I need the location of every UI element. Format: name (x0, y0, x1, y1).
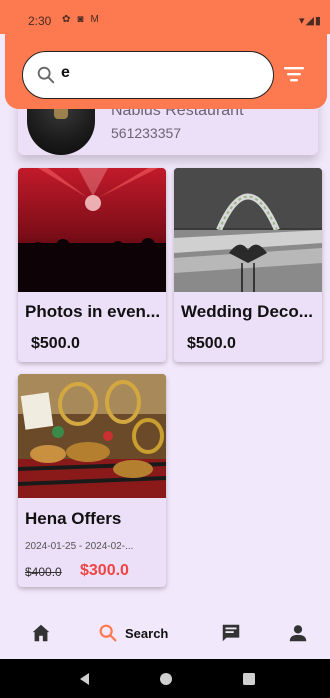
card-title: Hena Offers (25, 509, 122, 528)
card-date-range: 2024-01-25 - 2024-02-... (25, 541, 134, 552)
status-time: 2:30 (28, 14, 52, 28)
notification-icon: ◙ (77, 14, 84, 25)
search-input[interactable] (61, 63, 261, 87)
card-image (174, 168, 322, 292)
nav-home[interactable] (30, 621, 52, 645)
gmail-icon: M (90, 14, 99, 25)
card-image (18, 168, 166, 292)
recents-icon[interactable] (242, 672, 256, 686)
home-icon (32, 624, 50, 642)
card-image (18, 374, 166, 498)
restaurant-card[interactable]: Nablus Restaurant 561233357 (18, 95, 318, 155)
card-price: $500.0 (31, 335, 80, 352)
status-system-icons: ▾◢▮ (298, 15, 322, 27)
nav-messages[interactable] (220, 621, 242, 645)
person-icon (289, 625, 307, 642)
restaurant-phone: 561233357 (111, 125, 182, 141)
nav-profile[interactable] (287, 621, 309, 645)
card-title: Photos in even... (25, 302, 161, 321)
back-icon[interactable] (78, 672, 92, 686)
nav-search-label: Search (125, 625, 169, 641)
system-nav-bar (0, 659, 330, 698)
restaurant-avatar (27, 95, 95, 155)
status-notification-icons: ✿ ◙ M (62, 14, 99, 25)
card-new-price: $300.0 (80, 562, 129, 579)
search-box[interactable] (22, 51, 274, 99)
status-bar: 2:30 ✿ ◙ M ▾◢▮ (0, 0, 330, 34)
card-old-price: $400.0 (25, 565, 62, 579)
gear-icon: ✿ (62, 14, 71, 25)
restaurant-name: Nablus Restaurant (111, 102, 244, 119)
card-title: Wedding Deco... (181, 302, 313, 321)
service-card-hena[interactable]: Hena Offers 2024-01-25 - 2024-02-... $40… (18, 374, 166, 587)
search-icon (99, 624, 117, 642)
chat-icon (222, 624, 240, 642)
bottom-nav: Search (0, 607, 330, 659)
card-price: $500.0 (187, 335, 236, 352)
sort-icon[interactable] (282, 64, 306, 84)
search-icon (37, 66, 55, 84)
service-card-photos[interactable]: Photos in even... $500.0 (18, 168, 166, 362)
home-circle-icon[interactable] (159, 672, 173, 686)
service-card-wedding[interactable]: Wedding Deco... $500.0 (174, 168, 322, 362)
nav-search[interactable]: Search (97, 621, 168, 645)
